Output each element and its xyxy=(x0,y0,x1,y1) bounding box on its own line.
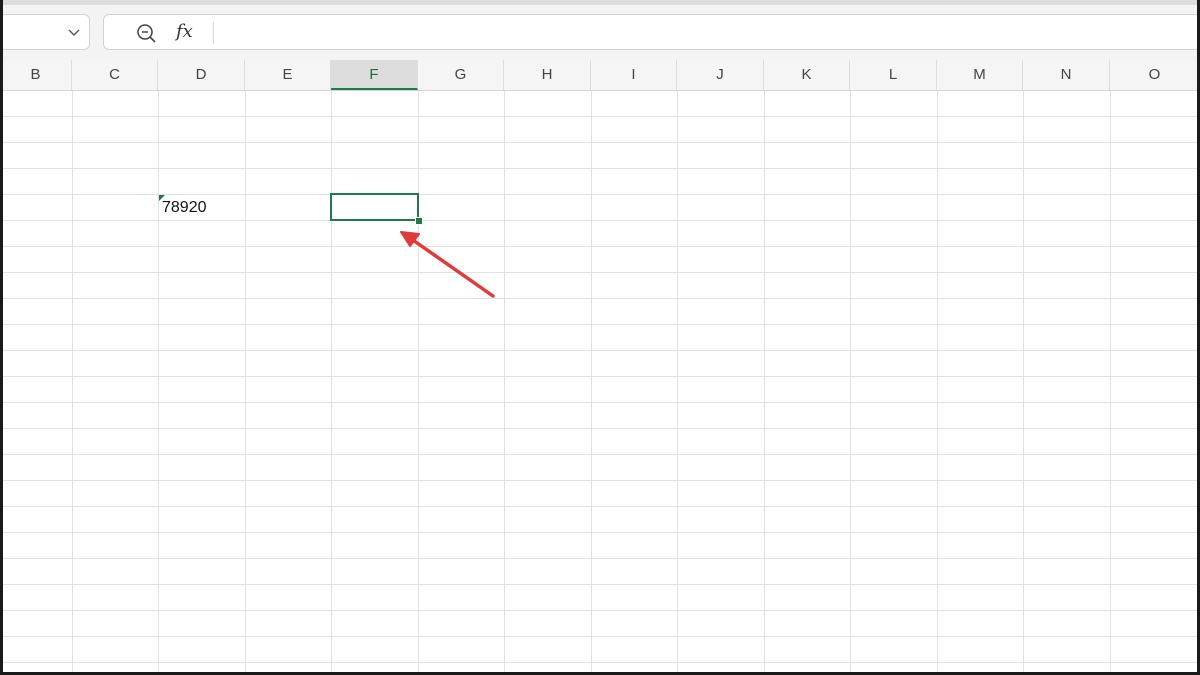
column-gridline xyxy=(591,91,592,675)
zoom-out-icon[interactable] xyxy=(135,22,157,44)
row-gridline xyxy=(0,558,1200,559)
column-header-h[interactable]: H xyxy=(504,60,591,90)
column-gridline xyxy=(764,91,765,675)
insert-function-icon[interactable]: fx xyxy=(176,21,193,42)
row-gridline xyxy=(0,168,1200,169)
column-gridline xyxy=(1110,91,1111,675)
formula-bar-area: fx xyxy=(0,0,1200,60)
row-gridline xyxy=(0,272,1200,273)
ribbon-edge xyxy=(0,0,1200,5)
column-header-o[interactable]: O xyxy=(1110,60,1200,90)
column-gridline xyxy=(245,91,246,675)
column-gridline xyxy=(850,91,851,675)
chevron-down-icon[interactable] xyxy=(67,25,81,39)
cell-d5[interactable]: 78920 xyxy=(158,194,244,220)
row-gridline xyxy=(0,454,1200,455)
column-header-e[interactable]: E xyxy=(245,60,331,90)
formula-bar: fx xyxy=(103,14,1200,50)
row-gridline xyxy=(0,532,1200,533)
row-gridline xyxy=(0,142,1200,143)
column-header-i[interactable]: I xyxy=(591,60,677,90)
worksheet-grid[interactable] xyxy=(0,91,1200,675)
column-gridline xyxy=(418,91,419,675)
row-gridline xyxy=(0,350,1200,351)
row-gridline xyxy=(0,610,1200,611)
column-header-b[interactable]: B xyxy=(0,60,72,90)
fill-handle[interactable] xyxy=(415,217,423,225)
column-gridline xyxy=(331,91,332,675)
row-gridline xyxy=(0,220,1200,221)
row-gridline xyxy=(0,636,1200,637)
column-gridline xyxy=(158,91,159,675)
column-headers: BCDEFGHIJKLMNO xyxy=(0,60,1200,91)
row-gridline xyxy=(0,298,1200,299)
column-header-l[interactable]: L xyxy=(850,60,937,90)
column-header-d[interactable]: D xyxy=(158,60,245,90)
name-box[interactable] xyxy=(0,14,90,50)
row-gridline xyxy=(0,662,1200,663)
row-gridline xyxy=(0,506,1200,507)
formula-bar-divider xyxy=(213,22,214,44)
row-gridline xyxy=(0,116,1200,117)
row-gridline xyxy=(0,402,1200,403)
row-gridline xyxy=(0,376,1200,377)
column-header-c[interactable]: C xyxy=(72,60,158,90)
row-gridline xyxy=(0,246,1200,247)
row-gridline xyxy=(0,428,1200,429)
column-header-n[interactable]: N xyxy=(1023,60,1110,90)
column-gridline xyxy=(72,91,73,675)
column-header-j[interactable]: J xyxy=(677,60,764,90)
column-header-g[interactable]: G xyxy=(418,60,504,90)
row-gridline xyxy=(0,480,1200,481)
row-gridline xyxy=(0,584,1200,585)
column-header-f[interactable]: F xyxy=(331,60,418,90)
column-gridline xyxy=(1023,91,1024,675)
column-gridline xyxy=(677,91,678,675)
active-cell-f5[interactable] xyxy=(330,193,419,221)
column-gridline xyxy=(937,91,938,675)
row-gridline xyxy=(0,324,1200,325)
column-header-m[interactable]: M xyxy=(937,60,1023,90)
column-header-k[interactable]: K xyxy=(764,60,850,90)
formula-input[interactable] xyxy=(222,15,1200,49)
column-gridline xyxy=(504,91,505,675)
